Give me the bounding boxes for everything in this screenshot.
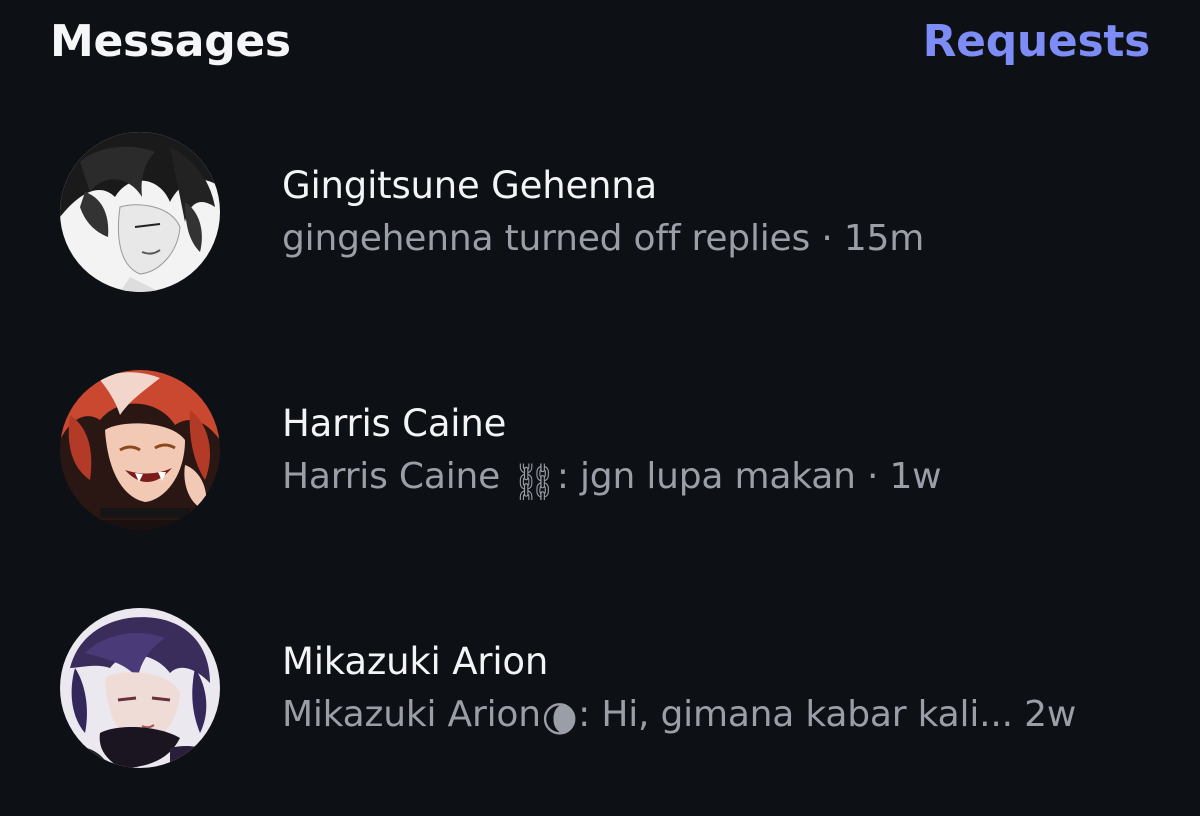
separator-dot: · (855, 456, 890, 497)
avatar[interactable] (60, 608, 220, 768)
message-preview: Mikazuki Arion🌘: Hi, gimana kabar kali..… (282, 694, 1076, 741)
separator-dot: · (810, 218, 844, 259)
conversation-row-mikazuki-arion[interactable]: Mikazuki Arion Mikazuki Arion🌘: Hi, gima… (0, 588, 1200, 788)
preview-sender: Mikazuki Arion (282, 694, 541, 735)
timestamp: 2w (1024, 694, 1077, 735)
purple-haired-anime-avatar-icon (60, 608, 220, 768)
message-preview: Harris Caine ⛓: jgn lupa makan · 1w (282, 456, 942, 503)
timestamp: 1w (889, 456, 942, 497)
preview-sender: Harris Caine (282, 456, 512, 497)
message-preview: gingehenna turned off replies · 15m (282, 218, 924, 259)
avatar[interactable] (60, 370, 220, 530)
contact-name: Mikazuki Arion (282, 640, 549, 683)
conversation-list: Gingitsune Gehenna gingehenna turned off… (0, 0, 1200, 816)
contact-name: Harris Caine (282, 402, 507, 445)
preview-text: : jgn lupa makan (556, 456, 856, 497)
chain-emoji-icon: ⛓ (511, 462, 557, 503)
dark-haired-anime-avatar-icon (60, 132, 220, 292)
red-haired-anime-avatar-icon (60, 370, 220, 530)
conversation-row-gingitsune-gehenna[interactable]: Gingitsune Gehenna gingehenna turned off… (0, 112, 1200, 312)
separator-space (1013, 694, 1024, 735)
moon-emoji-icon: 🌘 (540, 700, 579, 741)
timestamp: 15m (843, 218, 925, 259)
avatar[interactable] (60, 132, 220, 292)
conversation-row-harris-caine[interactable]: Harris Caine Harris Caine ⛓: jgn lupa ma… (0, 350, 1200, 550)
preview-text: : Hi, gimana kabar kali... (578, 694, 1013, 735)
contact-name: Gingitsune Gehenna (282, 164, 657, 207)
preview-text: gingehenna turned off replies (282, 218, 811, 259)
